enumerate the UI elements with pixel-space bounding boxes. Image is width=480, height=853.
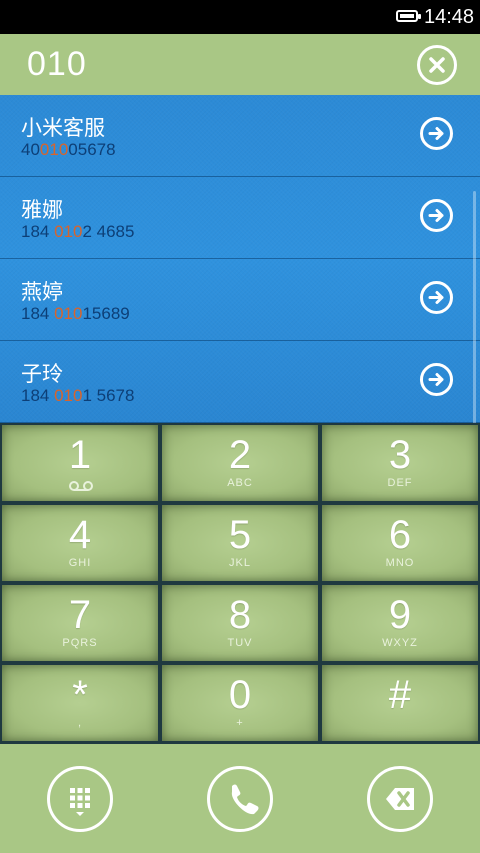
arrow-right-circle-icon[interactable] (420, 117, 453, 150)
key-2[interactable]: 2 ABC (162, 425, 318, 501)
status-time: 14:48 (424, 6, 475, 28)
arrow-right-circle-icon[interactable] (420, 199, 453, 232)
key-7[interactable]: 7 PQRS (2, 585, 158, 661)
contact-name: 雅娜 (21, 199, 63, 222)
keypad-icon[interactable] (47, 766, 113, 832)
key-hash[interactable]: # (322, 665, 478, 741)
contact-name: 子玲 (21, 363, 63, 386)
contact-number: 184 0101 5678 (21, 386, 135, 405)
battery-icon (396, 10, 421, 22)
contact-name: 燕婷 (21, 281, 63, 304)
list-item[interactable]: 燕婷 184 01015689 (0, 259, 480, 341)
contact-number: 184 0102 4685 (21, 222, 135, 241)
arrow-right-circle-icon[interactable] (420, 363, 453, 396)
contact-number: 184 01015689 (21, 304, 130, 323)
phone-icon[interactable] (207, 766, 273, 832)
key-star[interactable]: * , (2, 665, 158, 741)
key-3[interactable]: 3 DEF (322, 425, 478, 501)
dial-header: 010 (0, 34, 480, 95)
backspace-icon[interactable] (367, 766, 433, 832)
list-item[interactable]: 雅娜 184 0102 4685 (0, 177, 480, 259)
contact-results-list[interactable]: 小米客服 4001005678 雅娜 184 0102 4685 燕婷 184 … (0, 95, 480, 423)
list-item[interactable]: 小米客服 4001005678 (0, 95, 480, 177)
key-8[interactable]: 8 TUV (162, 585, 318, 661)
key-0[interactable]: 0 + (162, 665, 318, 741)
arrow-right-circle-icon[interactable] (420, 281, 453, 314)
key-5[interactable]: 5 JKL (162, 505, 318, 581)
call-controls-bar (0, 744, 480, 853)
clear-input-icon[interactable] (417, 45, 457, 85)
voicemail-icon (68, 479, 94, 497)
dial-keypad: 1 2 ABC 3 DEF 4 GHI 5 JKL 6 MNO 7 PQRS 8… (0, 423, 480, 744)
key-9[interactable]: 9 WXYZ (322, 585, 478, 661)
contact-number: 4001005678 (21, 140, 116, 159)
status-bar: 14:48 (0, 0, 480, 34)
key-4[interactable]: 4 GHI (2, 505, 158, 581)
key-6[interactable]: 6 MNO (322, 505, 478, 581)
contact-name: 小米客服 (21, 117, 105, 140)
dialed-number: 010 (27, 45, 87, 83)
scrollbar[interactable] (473, 191, 476, 423)
key-1[interactable]: 1 (2, 425, 158, 501)
list-item[interactable]: 子玲 184 0101 5678 (0, 341, 480, 423)
